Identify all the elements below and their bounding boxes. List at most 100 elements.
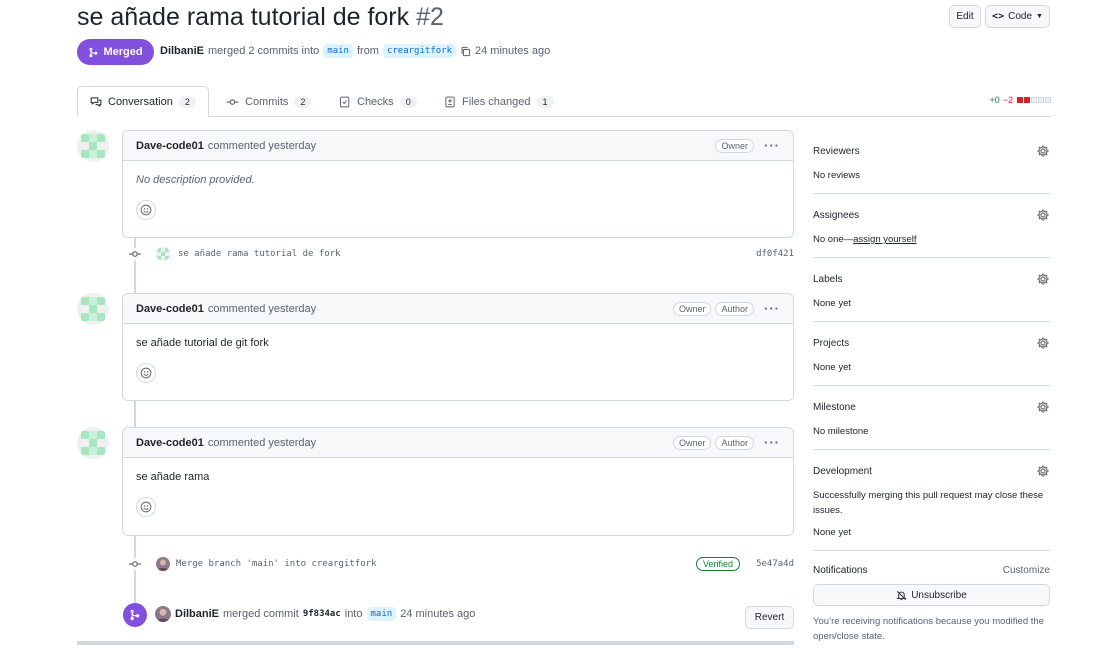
sidebar-labels: Labels None yet [813,258,1050,322]
code-button-label: Code [1008,11,1032,22]
merge-icon [89,47,98,57]
merge-event-text: merged commit [223,608,299,620]
verified-badge[interactable]: Verified [696,557,741,571]
comment-author[interactable]: Dave-code01 [136,140,204,152]
tab-counter: 1 [536,95,554,108]
sidebar-value: None yet [813,362,852,373]
notifications-note: You’re receiving notifications because y… [813,616,1044,642]
comment-text: se añade rama [136,471,210,483]
merge-event-author[interactable]: DilbaniE [175,608,219,620]
merge-summary-text: merged 2 commits into [208,45,320,57]
head-branch[interactable]: creargitfork [382,44,456,58]
comment-author[interactable]: Dave-code01 [136,303,204,315]
sidebar-section-title: Reviewers [813,145,860,157]
edit-button[interactable]: Edit [949,5,981,28]
sidebar-milestone: Milestone No milestone [813,386,1050,450]
comment-box: Dave-code01 commented yesterday Owner Au… [122,427,794,536]
merge-event: DilbaniE merged commit 9f834ac into main… [155,606,475,622]
merge-commit-sha[interactable]: 9f834ac [303,609,341,619]
tab-label: Conversation [108,95,173,108]
base-branch[interactable]: main [323,44,353,58]
copy-icon[interactable] [460,46,471,57]
merge-event-icon [123,603,147,627]
add-reaction-button[interactable] [136,497,156,517]
gear-icon[interactable] [1036,144,1050,158]
gear-icon[interactable] [1036,208,1050,222]
owner-badge: Owner [715,138,754,153]
from-text: from [356,45,379,57]
merge-event-into: into [344,608,363,620]
merge-time: 24 minutes ago [475,45,551,57]
smiley-icon [140,501,152,513]
commit-sha[interactable]: df0f421 [756,249,794,259]
commit-message[interactable]: se añade rama tutorial de fork [178,249,756,259]
merge-author-link[interactable]: DilbaniE [160,45,204,57]
commit-author-avatar[interactable] [156,557,170,571]
merge-author-avatar[interactable] [155,606,171,622]
merge-event-branch[interactable]: main [366,607,397,621]
commit-icon [226,98,239,105]
avatar[interactable] [77,130,109,162]
comment-box: Dave-code01 commented yesterday Owner Au… [122,293,794,401]
gear-icon[interactable] [1036,336,1050,350]
commit-message[interactable]: Merge branch 'main' into creargitfork [176,559,696,569]
kebab-menu-icon[interactable]: ··· [764,301,780,316]
gear-icon[interactable] [1036,272,1050,286]
commit-sha[interactable]: 5e47a4d [756,559,794,569]
merge-summary: DilbaniE merged 2 commits into main from… [160,44,550,58]
revert-button-label: Revert [754,612,785,623]
commit-icon [128,248,142,260]
diffstat-additions: +0 [989,95,1000,105]
tab-counter: 2 [294,95,312,108]
comment-body: No description provided. [123,161,793,233]
customize-link[interactable]: Customize [1003,565,1050,576]
kebab-menu-icon[interactable]: ··· [764,435,780,450]
unsubscribe-button[interactable]: Unsubscribe [813,584,1050,606]
sidebar-section-title: Projects [813,337,850,349]
comment-action: commented yesterday [207,139,317,152]
tab-label: Files changed [462,95,531,108]
sidebar-section-title: Labels [813,273,843,285]
comment-action: commented yesterday [207,436,317,449]
add-reaction-button[interactable] [136,363,156,383]
tab-conversation[interactable]: Conversation 2 [77,86,209,117]
commit-author-avatar[interactable] [156,247,170,261]
comment-text: se añade tutorial de git fork [136,337,269,349]
comment-text: No description provided. [136,174,255,186]
sidebar-value: No milestone [813,426,869,437]
unsubscribe-label: Unsubscribe [911,589,967,601]
sidebar-assignees: Assignees No one—assign yourself [813,194,1050,258]
development-description: Successfully merging this pull request m… [813,490,1044,516]
comment-header: Dave-code01 commented yesterday Owner Au… [123,428,793,458]
pr-number: #2 [416,3,444,31]
tab-files-changed[interactable]: Files changed 1 [432,86,566,117]
author-badge: Author [715,435,754,450]
checklist-icon [340,96,350,107]
revert-button[interactable]: Revert [745,606,794,629]
comment-header: Dave-code01 commented yesterday Owner Au… [123,294,793,324]
file-diff-icon [445,96,455,107]
commit-icon [128,558,142,570]
sidebar: Reviewers No reviews Assignees No one—as… [813,130,1050,650]
tab-counter: 2 [178,95,196,108]
add-reaction-button[interactable] [136,200,156,220]
comment-action: commented yesterday [207,302,317,315]
sidebar-reviewers: Reviewers No reviews [813,130,1050,194]
tab-commits[interactable]: Commits 2 [214,86,323,117]
avatar[interactable] [77,293,109,325]
assign-yourself-link[interactable]: assign yourself [853,234,916,245]
gear-icon[interactable] [1036,464,1050,478]
tab-checks[interactable]: Checks 0 [327,86,429,117]
chevron-down-icon: ▼ [1036,13,1043,20]
sidebar-section-title: Milestone [813,401,856,413]
gear-icon[interactable] [1036,400,1050,414]
kebab-menu-icon[interactable]: ··· [764,138,780,153]
comment-author[interactable]: Dave-code01 [136,437,204,449]
code-button[interactable]: <> Code ▼ [985,5,1050,28]
sidebar-value: No one— [813,234,854,245]
diffstat-bar [1016,95,1051,105]
author-badge: Author [715,301,754,316]
diffstat: +0 −2 [989,95,1051,105]
smiley-icon [140,204,152,216]
avatar[interactable] [77,427,109,459]
